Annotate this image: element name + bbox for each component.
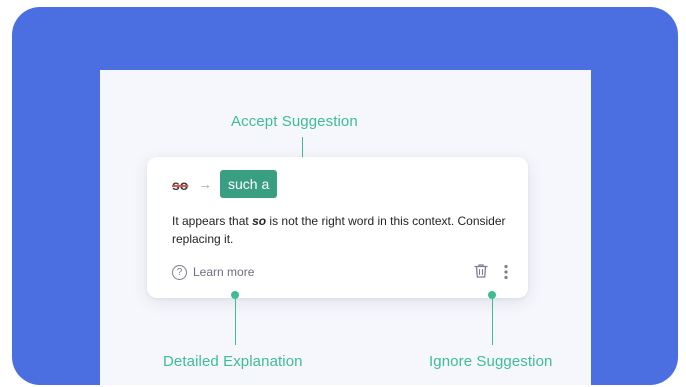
learn-more-link[interactable]: ? Learn more — [172, 263, 254, 281]
detailed-explanation-callout-label: Detailed Explanation — [163, 353, 303, 370]
learn-more-label: Learn more — [193, 265, 255, 279]
explanation-callout-line — [235, 298, 236, 345]
original-word: so — [172, 177, 189, 193]
suggestion-message: It appears that so is not the right word… — [172, 212, 512, 248]
accept-suggestion-button[interactable]: such a — [220, 170, 278, 198]
arrow-right-icon: → — [198, 176, 212, 192]
demo-panel: Accept Suggestion so → such a It appears… — [100, 70, 591, 385]
background-frame: Accept Suggestion so → such a It appears… — [12, 7, 678, 385]
more-vertical-icon[interactable] — [503, 264, 509, 280]
accept-suggestion-callout-label: Accept Suggestion — [231, 113, 358, 130]
ignore-suggestion-callout-label: Ignore Suggestion — [429, 353, 553, 370]
message-highlight-word: so — [252, 214, 267, 228]
ignore-callout-line — [492, 298, 493, 345]
suggestion-card: so → such a It appears that so is not th… — [147, 157, 528, 298]
trash-icon[interactable] — [474, 263, 488, 279]
message-prefix: It appears that — [172, 214, 253, 228]
question-circle-icon: ? — [172, 264, 187, 280]
